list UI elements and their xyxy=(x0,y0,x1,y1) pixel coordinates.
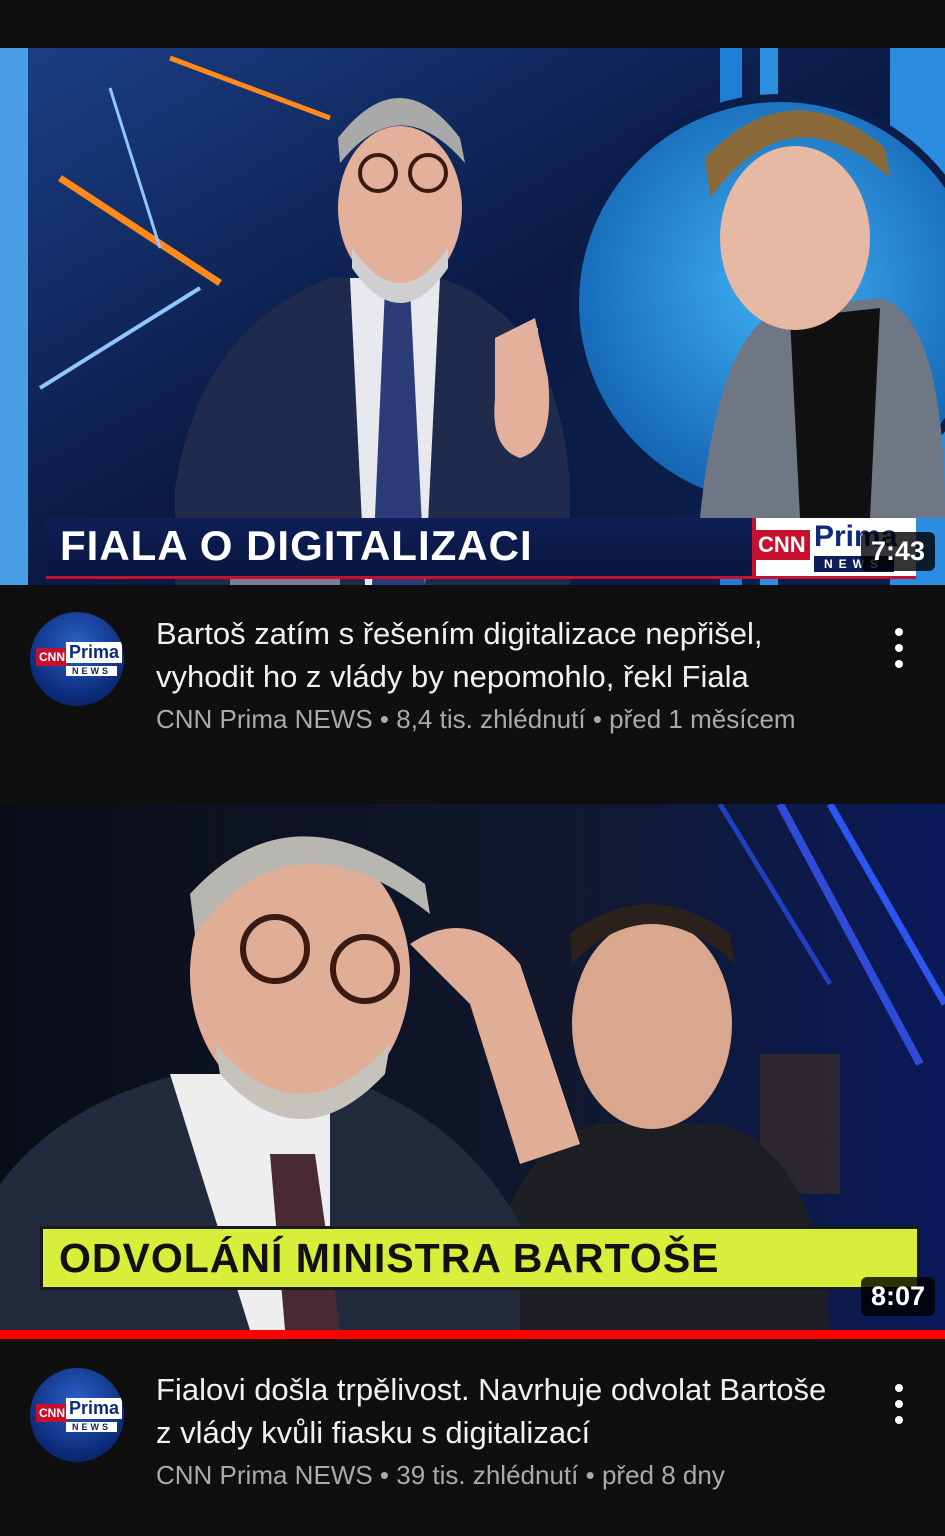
watch-progress-bar xyxy=(0,1330,945,1339)
status-bar-area xyxy=(0,0,945,48)
upload-age: před 1 měsícem xyxy=(609,704,796,734)
thumbnail-banner-text: ODVOLÁNÍ MINISTRA BARTOŠE xyxy=(59,1235,720,1281)
upload-age: před 8 dny xyxy=(601,1460,725,1490)
video-duration: 8:07 xyxy=(860,1277,935,1316)
view-count: 39 tis. zhlédnutí xyxy=(396,1460,579,1490)
channel-name[interactable]: CNN Prima NEWS xyxy=(156,704,373,734)
kebab-vertical-icon[interactable] xyxy=(889,1384,909,1434)
thumbnail-banner-text: FIALA O DIGITALIZACI xyxy=(60,522,533,569)
kebab-vertical-icon[interactable] xyxy=(889,628,909,678)
video-thumbnail[interactable]: FIALA O DIGITALIZACI CNN Prima NEWS 7:43 xyxy=(0,48,945,585)
separator: • xyxy=(379,1460,390,1490)
separator: • xyxy=(585,1460,595,1490)
video-title[interactable]: Fialovi došla trpělivost. Navrhuje odvol… xyxy=(156,1368,846,1454)
video-subtitle: CNN Prima NEWS • 8,4 tis. zhlédnutí • př… xyxy=(156,702,856,736)
separator: • xyxy=(592,704,602,734)
thumbnail-banner: FIALA O DIGITALIZACI CNN Prima NEWS xyxy=(46,518,916,579)
video-duration: 7:43 xyxy=(860,532,935,571)
thumbnail-banner: ODVOLÁNÍ MINISTRA BARTOŠE xyxy=(40,1226,920,1290)
channel-avatar[interactable]: CNN Prima NEWS xyxy=(30,1368,124,1462)
separator: • xyxy=(379,704,390,734)
video-title[interactable]: Bartoš zatím s řešením digitalizace nepř… xyxy=(156,612,846,698)
thumbnail-image xyxy=(0,48,945,585)
video-subtitle: CNN Prima NEWS • 39 tis. zhlédnutí • pře… xyxy=(156,1458,856,1492)
view-count: 8,4 tis. zhlédnutí xyxy=(396,704,586,734)
video-thumbnail[interactable]: ODVOLÁNÍ MINISTRA BARTOŠE 8:07 xyxy=(0,804,945,1330)
channel-avatar[interactable]: CNN Prima NEWS xyxy=(30,612,124,706)
channel-name[interactable]: CNN Prima NEWS xyxy=(156,1460,373,1490)
